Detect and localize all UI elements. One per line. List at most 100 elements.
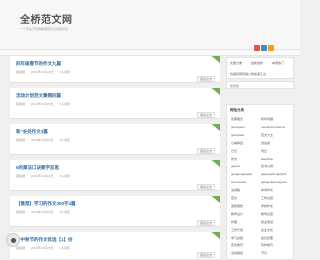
new-ribbon-icon [211,56,220,63]
post-author: 容俗网 [16,246,26,250]
post-meta: 容俗网 2023年01月25日 1人浏览 [16,246,76,250]
post-card: 【推荐】学习的作文300字4篇 容俗网 2023年01月25日 1人浏览 阅读全文 [10,196,220,227]
widget-dot-icon [11,238,16,243]
category-tag[interactable]: 教学设计 [231,212,243,216]
tab-content-link[interactable]: 抗美援朝英雄人物故事汇总 [230,72,266,76]
category-tag[interactable]: 心得体会 [231,141,243,145]
post-author: 容俗网 [16,174,26,178]
post-meta: 容俗网 2023年01月25日 1人浏览 [16,210,76,214]
new-ribbon-icon [211,124,220,131]
post-views: 1人浏览 [59,174,71,178]
category-tag[interactable]: gegmu [231,164,240,168]
post-views: 1人浏览 [59,210,71,214]
category-tag[interactable]: 读书心得 [261,164,273,168]
read-more-button[interactable]: 阅读全文 [196,112,215,118]
post-title[interactable]: 于中秋节的作文优选【1】份 [16,237,73,243]
sidebar-tabs: 文章分类 最新发布 本周热门 抗美援朝英雄人物故事汇总 [226,57,294,79]
category-tag[interactable]: 范文大全 [261,133,273,137]
category-tag[interactable]: 职业规划 [261,220,273,224]
post-card: 于中秋节的作文优选【1】份 容俗网 2023年01月25日 1人浏览 阅读全文 [10,232,220,260]
category-tag[interactable]: memanzsmzwonu [261,125,285,129]
category-tag[interactable]: 日记 [231,149,237,153]
post-title[interactable]: 5的乘法口诀教学反思 [16,165,59,171]
category-tag[interactable]: gexgeongkagrlo [231,172,252,176]
read-more-button[interactable]: 阅读全文 [196,252,215,258]
read-more-button[interactable]: 阅读全文 [196,220,215,226]
category-tag[interactable]: 学习总结 [231,236,243,240]
category-tag[interactable]: 写作技巧 [261,243,273,247]
category-tag[interactable]: 企业文化 [261,228,273,232]
category-tag[interactable]: 中考作文 [261,188,273,192]
post-title[interactable]: 活动计划范文集锦四篇 [16,93,61,99]
category-box: 网站分类 优美散文 新年祝福 gsncopect memanzsmzwonu guanr… [226,104,294,260]
post-meta: 容俗网 2023年01月20日 1人浏览 [16,102,76,106]
category-tag[interactable]: 工作计划 [231,228,243,232]
site-subtitle: 一个专注于优秀精选范文分享的平台 [20,27,69,31]
post-list: 四年级春节的作文九篇 容俗网 2023年01月22日 1人浏览 阅读全文 活动计划范… [10,56,220,260]
social-icons [254,38,275,56]
site-title[interactable]: 全桥范文网 [20,11,73,26]
post-date: 2023年01月25日 [31,210,54,214]
post-title[interactable]: 和“长处作文3篇 [16,129,48,135]
new-ribbon-icon [211,232,220,239]
category-tag[interactable]: guanrlaoll [231,133,244,137]
post-views: 1人浏览 [59,138,71,142]
post-views: 1人浏览 [59,70,71,74]
rss-icon[interactable] [268,45,274,51]
tab-latest[interactable]: 最新发布 [251,61,263,65]
post-author: 容俗网 [16,102,26,106]
post-date: 2023年01月22日 [31,70,54,74]
category-tag[interactable]: 会议纪要 [261,236,273,240]
category-tag[interactable]: 范文 [231,196,237,200]
post-author: 容俗网 [16,70,26,74]
category-tag[interactable]: dianchou [261,157,273,161]
category-tag[interactable]: gebgenkeyvelgoxer [261,180,287,184]
search-label: 搜索框 [230,84,240,88]
post-title[interactable]: 四年级春节的作文九篇 [16,61,61,67]
tab-weekly-hot[interactable]: 本周热门 [272,61,284,65]
category-tag[interactable]: 教学反思 [261,212,273,216]
new-ribbon-icon [211,160,220,167]
category-tag[interactable]: 周记 [261,149,267,153]
post-views: 1人浏览 [59,102,71,106]
search-box[interactable]: 搜索框 [226,81,294,89]
category-tag[interactable]: 活动策划 [231,251,243,255]
category-title: 网站分类 [230,108,244,112]
category-tag[interactable]: gsncopect [231,125,245,129]
category-tag[interactable]: 护理 [231,220,237,224]
new-ribbon-icon [211,196,220,203]
post-date: 2023年01月24日 [31,174,54,178]
read-more-button[interactable]: 阅读全文 [196,76,215,82]
category-tag[interactable]: 安全教育 [231,243,243,247]
category-tag[interactable]: 工作总结 [261,196,273,200]
post-author: 容俗网 [16,138,26,142]
post-meta: 容俗网 2023年01月24日 1人浏览 [16,174,76,178]
post-title[interactable]: 【推荐】学习的作文300字4篇 [16,201,76,207]
floating-widget[interactable] [6,233,20,247]
category-tag[interactable]: 学校作文 [261,204,273,208]
tab-categories[interactable]: 文章分类 [230,61,242,65]
category-tag[interactable]: 读后感 [261,141,270,145]
category-tag[interactable]: 优美散文 [231,117,243,121]
category-tag[interactable]: 演讲稿 [231,188,240,192]
post-card: 和“长处作文3篇 容俗网 2023年01月23日 1人浏览 阅读全文 [10,124,220,155]
category-tag[interactable]: 节日 [261,251,267,255]
post-meta: 容俗网 2023年01月22日 1人浏览 [16,70,76,74]
category-tag[interactable]: 作文 [231,157,237,161]
category-tag[interactable]: wenxumkai [231,180,246,184]
read-more-button[interactable]: 阅读全文 [196,148,215,154]
weibo-icon[interactable] [254,45,260,51]
post-author: 容俗网 [16,210,26,214]
post-date: 2023年01月23日 [31,138,54,142]
category-tag[interactable]: 新年祝福 [261,117,273,121]
post-card: 5的乘法口诀教学反思 容俗网 2023年01月24日 1人浏览 阅读全文 [10,160,220,191]
post-card: 活动计划范文集锦四篇 容俗网 2023年01月20日 1人浏览 阅读全文 [10,88,220,119]
qq-icon[interactable] [261,45,267,51]
new-ribbon-icon [211,88,220,95]
post-date: 2023年01月25日 [31,246,54,250]
post-date: 2023年01月20日 [31,102,54,106]
category-tag[interactable]: 述职报告 [231,204,243,208]
category-tag[interactable]: gegongzhengzigrhi [261,172,286,176]
post-meta: 容俗网 2023年01月23日 1人浏览 [16,138,76,142]
read-more-button[interactable]: 阅读全文 [196,184,215,190]
